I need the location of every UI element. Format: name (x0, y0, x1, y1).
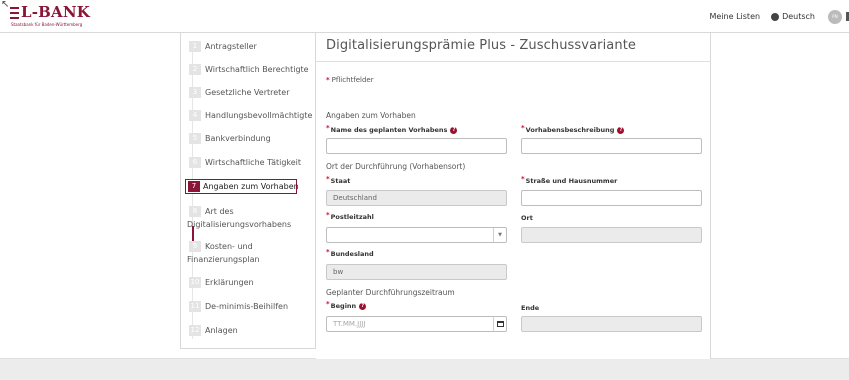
help-icon[interactable]: ? (617, 126, 625, 134)
project-desc-label-text: Vorhabensbeschreibung (525, 126, 615, 134)
step-label: Gesetzliche Vertreter (205, 88, 290, 97)
start-label-text: Beginn (330, 302, 357, 310)
required-star: * (326, 300, 330, 308)
zip-select[interactable]: ▼ (326, 227, 507, 243)
end-label: Ende (521, 304, 539, 312)
top-bar: ↖ L-BANK Staatsbank für Baden-Württember… (0, 0, 849, 33)
step-number: 6 (189, 157, 201, 168)
end-label-text: Ende (521, 304, 540, 312)
required-star: * (326, 211, 330, 219)
mouse-cursor-icon: ↖ (1, 0, 10, 10)
step-label: Kosten- und (205, 242, 253, 251)
page-title: Digitalisierungsprämie Plus - Zuschussva… (326, 38, 636, 53)
step-label: De-minimis-Beihilfen (205, 302, 289, 311)
required-star: * (326, 76, 330, 84)
step-number: 10 (189, 277, 201, 288)
step-label: Antragsteller (205, 42, 257, 51)
step-label-line2: Digitalisierungsvorhabens (187, 220, 292, 229)
step-number: 12 (189, 325, 201, 336)
street-label-text: Straße und Hausnummer (525, 177, 618, 185)
my-lists-link[interactable]: Meine Listen (710, 12, 761, 21)
language-label: Deutsch (782, 12, 815, 21)
logo-text: L-BANK (21, 3, 91, 21)
step-number: 11 (189, 301, 201, 312)
step-label: Handlungsbevollmächtigte (205, 111, 313, 120)
project-desc-input[interactable] (521, 138, 702, 154)
required-note: * Pflichtfelder (326, 76, 374, 84)
step-number: 7 (188, 181, 200, 192)
page-footer-band (0, 358, 849, 380)
required-note-text: Pflichtfelder (331, 76, 374, 84)
step-number: 2 (189, 64, 201, 75)
state-field: bw (326, 264, 507, 280)
step-label: Wirtschaftliche Tätigkeit (205, 158, 302, 167)
country-field: Deutschland (326, 190, 507, 206)
zip-label: * Postleitzahl (326, 211, 374, 221)
step-navigation: 1 Antragsteller 2 Wirtschaftlich Berecht… (180, 33, 316, 349)
start-date-input[interactable]: TT.MM.JJJJ (326, 316, 507, 332)
globe-icon (771, 12, 780, 21)
l-bank-logo-mark-icon (10, 6, 19, 19)
state-label: * Bundesland (326, 248, 374, 258)
step-angaben-zum-vorhaben[interactable]: 7 Angaben zum Vorhaben (185, 179, 299, 194)
section-location: Ort der Durchführung (Vorhabensort) (326, 162, 466, 171)
city-field (521, 227, 702, 243)
step-number: 1 (189, 41, 201, 52)
city-label-text: Ort (521, 214, 533, 222)
step-label-line2: Finanzierungsplan (187, 255, 260, 264)
help-icon[interactable]: ? (450, 126, 458, 134)
street-label: * Straße und Hausnummer (521, 175, 618, 185)
state-label-text: Bundesland (330, 250, 374, 258)
required-star: * (326, 124, 330, 132)
step-label: Art des (205, 207, 234, 216)
country-label: * Staat (326, 175, 351, 185)
logo-subtitle: Staatsbank für Baden-Württemberg (11, 22, 83, 27)
calendar-icon (496, 321, 504, 327)
required-star: * (521, 175, 525, 183)
project-name-input[interactable] (326, 138, 507, 154)
zip-label-text: Postleitzahl (330, 213, 374, 221)
section-project: Angaben zum Vorhaben (326, 111, 416, 120)
step-number: 5 (189, 133, 201, 144)
required-star: * (521, 124, 525, 132)
step-label: Erklärungen (205, 278, 254, 287)
country-label-text: Staat (330, 177, 351, 185)
step-label: Angaben zum Vorhaben (203, 182, 299, 191)
l-bank-logo[interactable]: L-BANK Staatsbank für Baden-Württemberg (10, 5, 90, 27)
help-icon[interactable]: ? (359, 302, 367, 310)
step-number: 9 (189, 241, 201, 252)
step-label: Bankverbindung (205, 134, 271, 143)
chevron-down-icon[interactable]: ▼ (493, 228, 506, 242)
step-number: 3 (189, 87, 201, 98)
project-name-label: * Name des geplanten Vorhabens? (326, 124, 458, 134)
title-divider (316, 61, 711, 62)
step-number: 4 (189, 110, 201, 121)
city-label: Ort (521, 214, 533, 222)
section-period: Geplanter Durchführungszeitraum (326, 288, 455, 297)
form-panel: Digitalisierungsprämie Plus - Zuschussva… (316, 33, 711, 359)
project-name-label-text: Name des geplanten Vorhabens (330, 126, 448, 134)
start-date-placeholder: TT.MM.JJJJ (333, 320, 366, 328)
end-date-field (521, 316, 702, 332)
step-label: Anlagen (205, 326, 238, 335)
user-avatar[interactable]: PN (828, 9, 842, 24)
project-desc-label: * Vorhabensbeschreibung? (521, 124, 625, 134)
language-selector[interactable]: Deutsch (771, 12, 815, 21)
required-star: * (326, 248, 330, 256)
required-star: * (326, 175, 330, 183)
calendar-button[interactable] (493, 317, 506, 331)
street-input[interactable] (521, 190, 702, 206)
start-label: * Beginn? (326, 300, 367, 310)
step-label: Wirtschaftlich Berechtigte (205, 65, 309, 74)
step-number: 8 (189, 206, 201, 217)
